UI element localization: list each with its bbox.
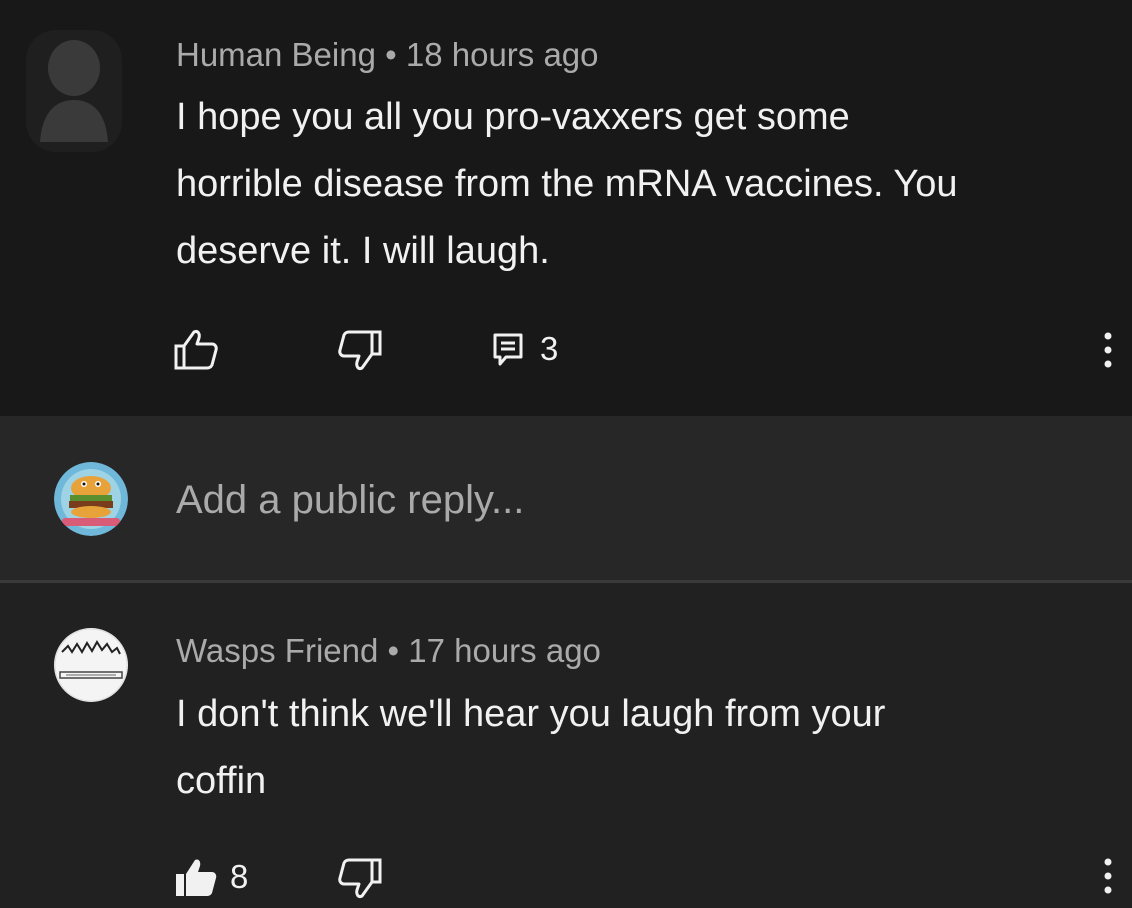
like-filled-icon[interactable] (172, 856, 220, 900)
comment-meta: Human Being • 18 hours ago (176, 36, 599, 74)
divider (0, 580, 1132, 583)
like-count: 8 (230, 858, 249, 895)
comment-card: Human Being • 18 hours ago I hope you al… (0, 0, 1132, 416)
default-avatar-icon (40, 40, 108, 142)
more-vert-icon[interactable] (1100, 856, 1116, 896)
meta-separator: • (385, 36, 397, 73)
reply-line: coffin (176, 760, 267, 802)
like-icon[interactable] (172, 328, 220, 372)
comment-line: horrible disease from the mRNA vaccines.… (176, 163, 958, 205)
comment-time[interactable]: 18 hours ago (406, 36, 599, 73)
reply-time[interactable]: 17 hours ago (408, 632, 601, 669)
dislike-icon[interactable] (336, 328, 384, 372)
user-avatar[interactable] (54, 462, 128, 536)
reply-meta: Wasps Friend • 17 hours ago (176, 632, 601, 670)
more-vert-icon[interactable] (1100, 330, 1116, 370)
reply-icon[interactable] (492, 332, 524, 368)
reply-count[interactable]: 3 (540, 330, 558, 368)
comment-text: I hope you all you pro-vaxxers get some … (176, 84, 958, 285)
author-avatar[interactable] (26, 30, 122, 152)
reply-line: I don't think we'll hear you laugh from … (176, 693, 886, 735)
comment-line: I hope you all you pro-vaxxers get some (176, 96, 850, 138)
meta-separator: • (387, 632, 400, 669)
reply-bar (0, 416, 1132, 580)
burger-avatar-icon (54, 462, 128, 536)
reply-author[interactable]: Wasps Friend (176, 632, 378, 669)
reply-text: I don't think we'll hear you laugh from … (176, 681, 885, 815)
wasp-avatar-icon (54, 628, 128, 702)
reply-author-avatar[interactable] (54, 628, 128, 702)
comment-line: deserve it. I will laugh. (176, 230, 550, 272)
dislike-icon[interactable] (336, 856, 384, 900)
comment-author[interactable]: Human Being (176, 36, 376, 73)
reply-input[interactable]: Add a public reply... (176, 478, 524, 523)
